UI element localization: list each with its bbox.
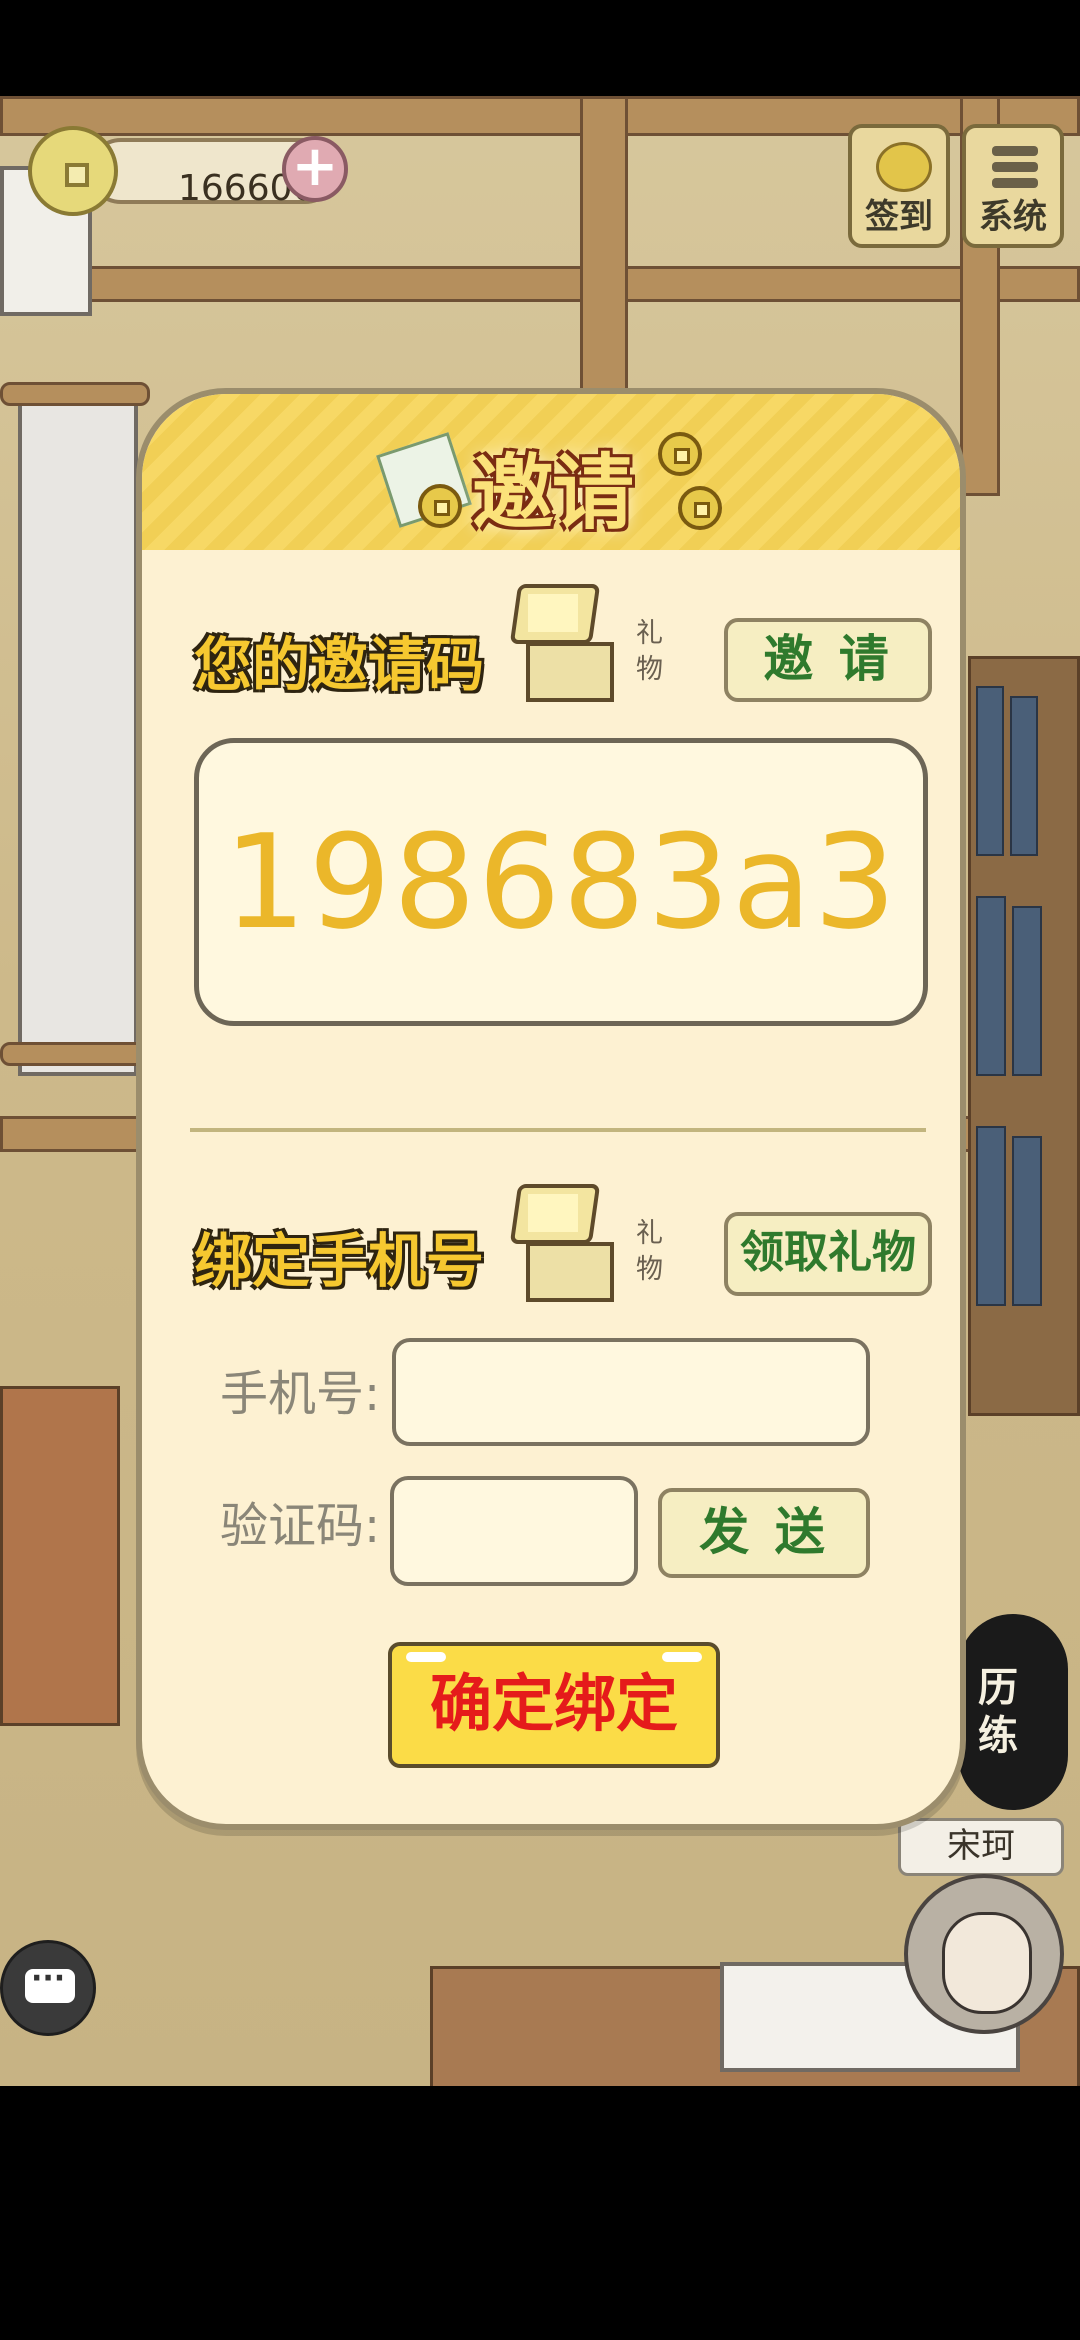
- invite-code-box: 198683a3: [194, 738, 928, 1026]
- chat-button[interactable]: [0, 1940, 96, 2036]
- send-code-button[interactable]: 发 送: [658, 1488, 870, 1578]
- book: [1012, 1136, 1042, 1306]
- claim-gift-button[interactable]: 领取礼物: [724, 1212, 932, 1296]
- menu-icon: [992, 146, 1038, 156]
- gift-label: 礼物: [636, 1218, 663, 1285]
- invite-code-value: 198683a3: [223, 806, 899, 958]
- add-coins-button[interactable]: +: [282, 136, 348, 202]
- chat-bubble-icon: [25, 1961, 75, 2003]
- system-label: 系统: [979, 197, 1047, 237]
- system-menu-button[interactable]: 系统: [962, 124, 1064, 248]
- book: [976, 686, 1004, 856]
- dialog-header: 邀请: [142, 394, 960, 550]
- treasure-chest-icon: [506, 584, 616, 704]
- verification-code-input[interactable]: [390, 1476, 638, 1586]
- invite-button[interactable]: 邀 请: [724, 618, 932, 702]
- checkin-button[interactable]: 签到: [848, 124, 950, 248]
- confirm-bind-button[interactable]: 确定绑定: [388, 1642, 720, 1768]
- book: [976, 1126, 1006, 1306]
- book: [976, 896, 1006, 1076]
- coin-counter: 166600 +: [28, 126, 348, 216]
- coin-icon: [418, 484, 462, 528]
- scroll-rod: [0, 1042, 150, 1066]
- bind-phone-heading: 绑定手机号: [194, 1227, 485, 1295]
- checkin-label: 签到: [865, 197, 933, 237]
- section-divider: [190, 1128, 926, 1132]
- phone-input[interactable]: [392, 1338, 870, 1446]
- book: [1010, 696, 1038, 856]
- training-label: 历练: [978, 1665, 1018, 1759]
- coin-icon: [28, 126, 118, 216]
- wooden-desk: [0, 1386, 120, 1726]
- training-button[interactable]: 历练: [958, 1614, 1068, 1810]
- coin-icon: [658, 432, 702, 476]
- character-face: [942, 1912, 1032, 2014]
- invite-dialog: 邀请 您的邀请码 礼物 邀 请 198683a3 绑定手机号 礼物 领取礼物 手…: [136, 388, 966, 1830]
- coin-icon: [678, 486, 722, 530]
- character-avatar[interactable]: [904, 1874, 1064, 2034]
- ink-painting-scroll: [18, 396, 138, 1076]
- phone-label: 手机号:: [220, 1366, 381, 1422]
- invite-code-heading: 您的邀请码: [194, 631, 485, 699]
- dialog-title: 邀请: [472, 446, 634, 541]
- scroll-rod: [0, 382, 150, 406]
- book: [1012, 906, 1042, 1076]
- coins-pile-icon: [876, 142, 932, 192]
- wall-beam: [0, 266, 1080, 302]
- treasure-chest-icon: [506, 1184, 616, 1304]
- gift-label: 礼物: [636, 618, 663, 685]
- character-name-tag: 宋珂: [898, 1818, 1064, 1876]
- verification-code-label: 验证码:: [220, 1498, 381, 1554]
